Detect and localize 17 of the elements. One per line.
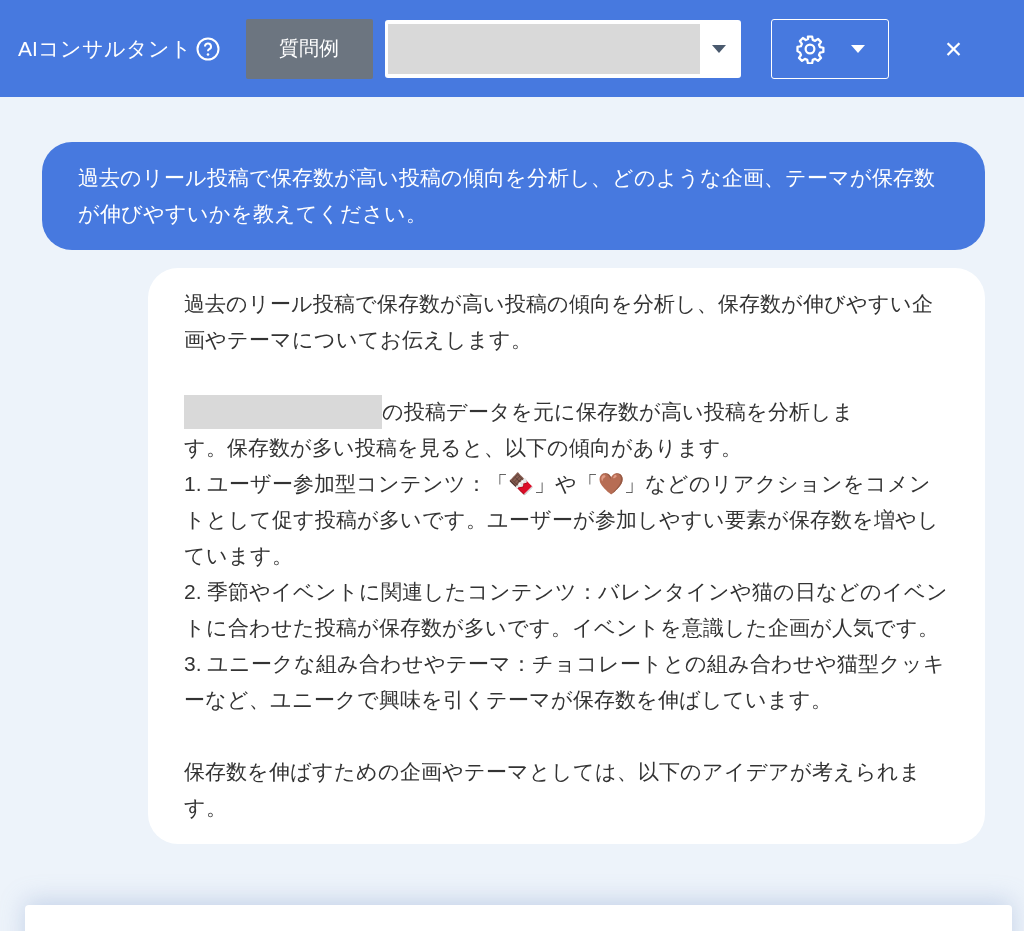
examples-button[interactable]: 質問例 bbox=[245, 18, 373, 79]
message-text: す。保存数が多い投稿を見ると、以下の傾向があります。 bbox=[184, 435, 743, 461]
help-icon[interactable] bbox=[195, 36, 220, 61]
message-text: 過去のリール投稿で保存数が高い投稿の傾向を分析し、どのような企画、テーマが保存数が伸びやすいかを教えてください。 bbox=[78, 165, 936, 227]
settings-button[interactable] bbox=[770, 18, 889, 79]
message-text: 1. ユーザー参加型コンテンツ：「🍫」や「🤎」などのリアクションをコメントとして促す投稿が多いです。ユーザーが参加しやすい要素が保存数を増やしています。 bbox=[184, 471, 940, 569]
settings-icon bbox=[794, 33, 825, 64]
message-text: 3. ユニークな組み合わせやテーマ：チョコレートとの組み合わせや猫型クッキーなど、ユニークで興味を引くテーマが保存数を伸ばしています。 bbox=[184, 651, 947, 713]
message-text: 保存数を伸ばすための企画やテーマとしては、以下のアイデアが考えられます。 bbox=[184, 759, 922, 821]
caret-icon bbox=[711, 44, 726, 53]
message-text: の投稿データを元に保存数が高い投稿を分析しま bbox=[382, 399, 854, 425]
app-title: AIコンサルタント bbox=[18, 35, 192, 62]
message-text: 2. 季節やイベントに関連したコンテンツ：バレンタインや猫の日などのイベントに合わせた投稿が保存数が多いです。イベントを意識した企画が人気です。 bbox=[184, 579, 949, 641]
dropdown-select[interactable] bbox=[384, 19, 741, 78]
caret-icon bbox=[850, 44, 865, 53]
close-button[interactable]: × bbox=[938, 31, 969, 66]
message-text: 過去のリール投稿で保存数が高い投稿の傾向を分析し、保存数が伸びやすい企画やテーマについてお伝えします。 bbox=[184, 291, 934, 353]
